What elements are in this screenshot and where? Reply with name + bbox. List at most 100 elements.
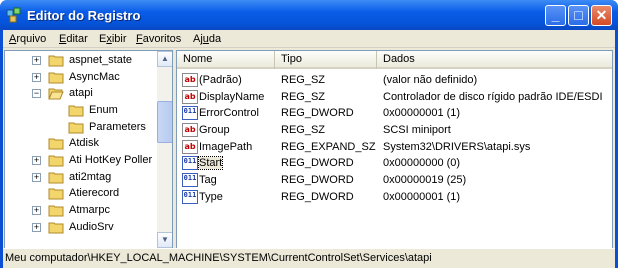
- tree-item-aspnet-state[interactable]: + aspnet_state: [32, 53, 156, 69]
- scroll-up-icon[interactable]: ▲: [157, 51, 172, 67]
- menu-editar[interactable]: Editar: [59, 33, 88, 45]
- folder-icon: [48, 205, 64, 217]
- value-row[interactable]: 011 ErrorControl REG_DWORD 0x00000001 (1…: [177, 105, 612, 121]
- expand-icon[interactable]: +: [32, 73, 41, 82]
- tree-item-ati2mtag[interactable]: + ati2mtag: [32, 170, 156, 186]
- values-list-pane[interactable]: Nome Tipo Dados ab (Padrão) REG_SZ (valo…: [176, 50, 613, 265]
- value-name: Start: [197, 156, 224, 170]
- tree-item-atierecord[interactable]: Atierecord: [32, 186, 156, 202]
- menu-favoritos[interactable]: Favoritos: [136, 33, 181, 45]
- value-row[interactable]: 011 Tag REG_DWORD 0x00000019 (25): [177, 172, 612, 188]
- folder-icon: [48, 72, 64, 84]
- tree-item-parameters[interactable]: Parameters: [52, 120, 156, 136]
- window-client-area: Arquivo Editar Exibir Favoritos Ajuda + …: [3, 30, 615, 268]
- column-header-nome[interactable]: Nome: [177, 51, 275, 69]
- expand-icon[interactable]: +: [32, 156, 41, 165]
- value-name: Tag: [199, 174, 217, 186]
- dword-value-icon: 011: [182, 190, 198, 204]
- value-name: DisplayName: [199, 91, 265, 103]
- tree-item-label: Enum: [89, 104, 118, 116]
- value-type: REG_SZ: [281, 124, 326, 136]
- tree-item-atmarpc[interactable]: + Atmarpc: [32, 203, 156, 219]
- tree-item-atdisk[interactable]: Atdisk: [32, 136, 156, 152]
- menu-arquivo[interactable]: Arquivo: [9, 33, 46, 45]
- value-type: REG_DWORD: [281, 157, 354, 169]
- open-folder-icon: [48, 88, 64, 100]
- value-data: 0x00000001 (1): [383, 107, 461, 119]
- folder-icon: [48, 172, 64, 184]
- value-data: System32\DRIVERS\atapi.sys: [383, 141, 531, 153]
- folder-icon: [68, 122, 84, 134]
- value-data: 0x00000000 (0): [383, 157, 461, 169]
- tree-item-audiosrv[interactable]: + AudioSrv: [32, 220, 156, 236]
- folder-icon: [68, 105, 84, 117]
- value-type: REG_SZ: [281, 91, 326, 103]
- tree-item-enum[interactable]: Enum: [52, 103, 156, 119]
- tree-item-label: Atdisk: [69, 137, 99, 149]
- dword-value-icon: 011: [182, 156, 198, 170]
- expand-icon[interactable]: +: [32, 56, 41, 65]
- scroll-down-icon[interactable]: ▼: [157, 232, 172, 248]
- registry-editor-window: Editor do Registro _ □ ✕ Arquivo Editar …: [0, 0, 618, 268]
- menu-exibir[interactable]: Exibir: [99, 33, 127, 45]
- window-title: Editor do Registro: [27, 8, 141, 23]
- value-row[interactable]: ab ImagePath REG_EXPAND_SZ System32\DRIV…: [177, 139, 612, 155]
- tree-item-label: AsyncMac: [69, 71, 120, 83]
- tree-item-atapi[interactable]: − atapi: [32, 86, 156, 102]
- menu-ajuda[interactable]: Ajuda: [193, 33, 221, 45]
- folder-icon: [48, 155, 64, 167]
- tree-item-label: ati2mtag: [69, 171, 112, 183]
- value-row[interactable]: ab (Padrão) REG_SZ (valor não definido): [177, 72, 612, 88]
- key-tree-pane[interactable]: + aspnet_state + AsyncMac − atapi Enum P…: [4, 50, 173, 265]
- expand-icon[interactable]: +: [32, 173, 41, 182]
- folder-icon: [48, 188, 64, 200]
- key-tree: + aspnet_state + AsyncMac − atapi Enum P…: [5, 51, 156, 247]
- status-path: Meu computador\HKEY_LOCAL_MACHINE\SYSTEM…: [5, 252, 432, 264]
- value-type: REG_DWORD: [281, 107, 354, 119]
- value-row[interactable]: ab Group REG_SZ SCSI miniport: [177, 122, 612, 138]
- tree-item-label: atapi: [69, 87, 93, 99]
- dword-value-icon: 011: [182, 106, 198, 120]
- expand-icon[interactable]: +: [32, 223, 41, 232]
- column-header-dados[interactable]: Dados: [377, 51, 612, 69]
- tree-item-label: Atmarpc: [69, 204, 110, 216]
- status-bar: Meu computador\HKEY_LOCAL_MACHINE\SYSTEM…: [3, 248, 615, 268]
- value-row[interactable]: 011 Type REG_DWORD 0x00000001 (1): [177, 189, 612, 205]
- value-data: (valor não definido): [383, 74, 478, 86]
- maximize-button[interactable]: □: [568, 5, 589, 26]
- tree-item-label: aspnet_state: [69, 54, 132, 66]
- tree-item-ati-hotkey-poller[interactable]: + Ati HotKey Poller: [32, 153, 156, 169]
- tree-item-asyncmac[interactable]: + AsyncMac: [32, 70, 156, 86]
- value-row[interactable]: ab DisplayName REG_SZ Controlador de dis…: [177, 89, 612, 105]
- value-type: REG_DWORD: [281, 191, 354, 203]
- tree-item-label: AudioSrv: [69, 221, 114, 233]
- value-row-selected[interactable]: 011 Start REG_DWORD 0x00000000 (0): [177, 155, 612, 171]
- value-type: REG_SZ: [281, 74, 326, 86]
- tree-item-label: Atierecord: [69, 187, 120, 199]
- dword-value-icon: 011: [182, 173, 198, 187]
- column-header-tipo[interactable]: Tipo: [275, 51, 377, 69]
- folder-icon: [48, 55, 64, 67]
- close-button[interactable]: ✕: [591, 5, 612, 26]
- collapse-icon[interactable]: −: [32, 89, 41, 98]
- scrollbar-thumb[interactable]: [157, 101, 172, 143]
- value-name: ErrorControl: [199, 107, 259, 119]
- value-name: Group: [199, 124, 230, 136]
- expand-icon[interactable]: +: [32, 206, 41, 215]
- regedit-app-icon: [6, 7, 21, 23]
- string-value-icon: ab: [182, 73, 198, 87]
- value-data: 0x00000001 (1): [383, 191, 461, 203]
- minimize-button[interactable]: _: [545, 5, 566, 26]
- string-value-icon: ab: [182, 90, 198, 104]
- tree-vertical-scrollbar[interactable]: ▲ ▼: [157, 51, 172, 248]
- title-bar[interactable]: Editor do Registro _ □ ✕: [0, 0, 618, 30]
- column-headers: Nome Tipo Dados: [177, 51, 612, 69]
- tree-item-label: Ati HotKey Poller: [69, 154, 153, 166]
- string-value-icon: ab: [182, 140, 198, 154]
- value-name: Type: [199, 191, 223, 203]
- value-name: (Padrão): [199, 74, 242, 86]
- value-type: REG_DWORD: [281, 174, 354, 186]
- string-value-icon: ab: [182, 123, 198, 137]
- folder-icon: [48, 222, 64, 234]
- value-data: Controlador de disco rígido padrão IDE/E…: [383, 91, 603, 103]
